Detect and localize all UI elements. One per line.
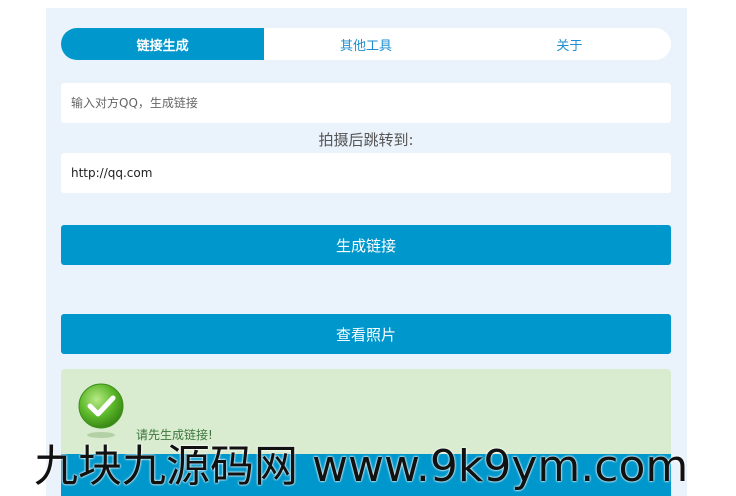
- tab-bar: 链接生成 其他工具 关于: [61, 28, 671, 60]
- generate-link-button[interactable]: 生成链接: [61, 225, 671, 265]
- redirect-url-input[interactable]: [61, 153, 671, 193]
- tab-link-generate[interactable]: 链接生成: [61, 28, 265, 60]
- view-photos-button[interactable]: 查看照片: [61, 314, 671, 354]
- tab-about[interactable]: 关于: [468, 28, 671, 60]
- watermark: 九块九源码网 www.9k9ym.com: [34, 441, 689, 492]
- tab-other-tools[interactable]: 其他工具: [264, 28, 467, 60]
- qq-input[interactable]: [61, 83, 671, 123]
- redirect-label: 拍摄后跳转到:: [318, 131, 414, 149]
